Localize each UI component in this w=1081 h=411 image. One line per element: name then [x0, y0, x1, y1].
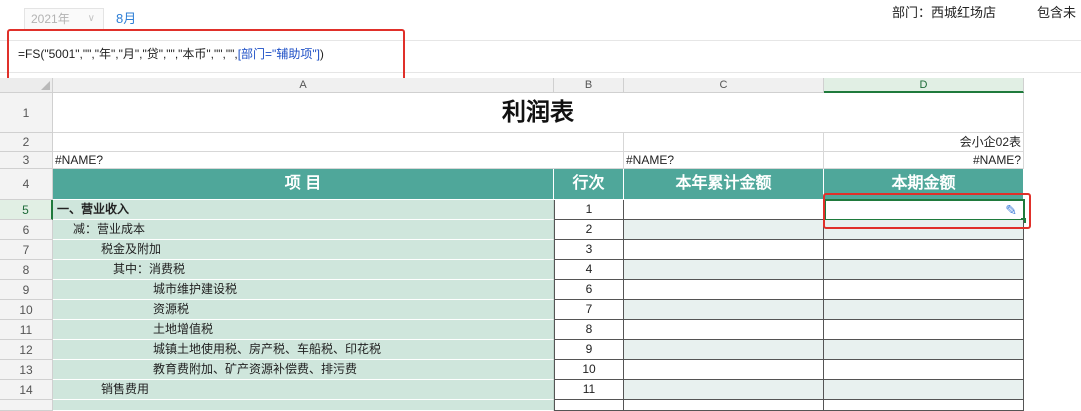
cell-highlight-box [823, 193, 1031, 229]
item-label[interactable]: 城市维护建设税 [53, 280, 554, 300]
ytd-amount-cell[interactable] [624, 280, 824, 300]
line-number[interactable]: 6 [554, 280, 624, 300]
item-label[interactable]: 其中：消费税 [53, 260, 554, 280]
ytd-amount-cell[interactable] [624, 240, 824, 260]
current-amount-cell[interactable] [824, 380, 1024, 400]
item-label[interactable]: 减：营业成本 [53, 220, 554, 240]
column-header-b[interactable]: B [554, 78, 624, 93]
row-header-14[interactable]: 14 [0, 380, 53, 400]
month-select[interactable]: 8月 [116, 8, 136, 30]
department-label: 部门：西城红场店 [892, 5, 997, 20]
ytd-amount-cell[interactable] [624, 260, 824, 280]
current-amount-cell[interactable] [824, 400, 1024, 411]
item-label[interactable]: 销售费用 [53, 380, 554, 400]
line-number[interactable]: 1 [554, 200, 624, 220]
row-header-13[interactable]: 13 [0, 360, 53, 380]
current-amount-cell[interactable] [824, 360, 1024, 380]
current-amount-cell[interactable] [824, 320, 1024, 340]
year-value: 2021年 [31, 12, 70, 26]
row-header-5[interactable]: 5 [0, 200, 53, 220]
row-header-6[interactable]: 6 [0, 220, 53, 240]
header-item[interactable]: 项 目 [53, 169, 554, 200]
line-number[interactable]: 8 [554, 320, 624, 340]
line-number[interactable]: 9 [554, 340, 624, 360]
header-line-no[interactable]: 行次 [554, 169, 624, 200]
item-label[interactable]: 土地增值税 [53, 320, 554, 340]
current-amount-cell[interactable] [824, 240, 1024, 260]
ytd-amount-cell[interactable] [624, 380, 824, 400]
ytd-amount-cell[interactable] [624, 400, 824, 411]
current-amount-cell[interactable] [824, 300, 1024, 320]
header-ytd-amount[interactable]: 本年累计金额 [624, 169, 824, 200]
current-amount-cell[interactable] [824, 260, 1024, 280]
row-header-9[interactable]: 9 [0, 280, 53, 300]
row-header-11[interactable]: 11 [0, 320, 53, 340]
row-header-15[interactable] [0, 400, 53, 411]
row-header-3[interactable]: 3 [0, 152, 53, 169]
ytd-amount-cell[interactable] [624, 320, 824, 340]
ytd-amount-cell[interactable] [624, 340, 824, 360]
line-number[interactable]: 3 [554, 240, 624, 260]
item-label[interactable]: 城镇土地使用税、房产税、车船税、印花税 [53, 340, 554, 360]
item-label[interactable] [53, 400, 554, 411]
cell-c2[interactable] [624, 133, 824, 152]
row-header-10[interactable]: 10 [0, 300, 53, 320]
item-label[interactable]: 教育费附加、矿产资源补偿费、排污费 [53, 360, 554, 380]
item-label[interactable]: 一、营业收入 [53, 200, 554, 220]
line-number[interactable]: 7 [554, 300, 624, 320]
cell-a2[interactable] [53, 133, 624, 152]
ytd-amount-cell[interactable] [624, 220, 824, 240]
current-amount-cell[interactable] [824, 280, 1024, 300]
column-header-d[interactable]: D [824, 78, 1024, 93]
row-header-4[interactable]: 4 [0, 169, 53, 200]
item-label[interactable]: 资源税 [53, 300, 554, 320]
ytd-amount-cell[interactable] [624, 300, 824, 320]
row-header-2[interactable]: 2 [0, 133, 53, 152]
report-title[interactable]: 利润表 [53, 93, 1024, 133]
form-code[interactable]: 会小企02表 [824, 133, 1024, 152]
line-number[interactable]: 4 [554, 260, 624, 280]
chevron-down-icon: ∨ [87, 13, 95, 24]
ytd-amount-cell[interactable] [624, 200, 824, 220]
line-number[interactable]: 11 [554, 380, 624, 400]
formula-highlight-box [7, 29, 405, 82]
ytd-amount-cell[interactable] [624, 360, 824, 380]
item-label[interactable]: 税金及附加 [53, 240, 554, 260]
column-header-a[interactable]: A [53, 78, 554, 93]
cell-a3-name-error[interactable]: #NAME? [53, 152, 624, 169]
row-header-7[interactable]: 7 [0, 240, 53, 260]
row-header-8[interactable]: 8 [0, 260, 53, 280]
line-number[interactable] [554, 400, 624, 411]
year-select[interactable]: 2021年 ∨ [24, 8, 104, 30]
column-header-c[interactable]: C [624, 78, 824, 93]
cell-d3-name-error[interactable]: #NAME? [824, 152, 1024, 169]
row-header-12[interactable]: 12 [0, 340, 53, 360]
cell-c3-name-error[interactable]: #NAME? [624, 152, 824, 169]
current-amount-cell[interactable] [824, 340, 1024, 360]
row-header-1[interactable]: 1 [0, 93, 53, 133]
include-unposted-label[interactable]: 包含未 [1037, 2, 1076, 21]
line-number[interactable]: 10 [554, 360, 624, 380]
line-number[interactable]: 2 [554, 220, 624, 240]
select-all-corner[interactable] [0, 78, 53, 93]
